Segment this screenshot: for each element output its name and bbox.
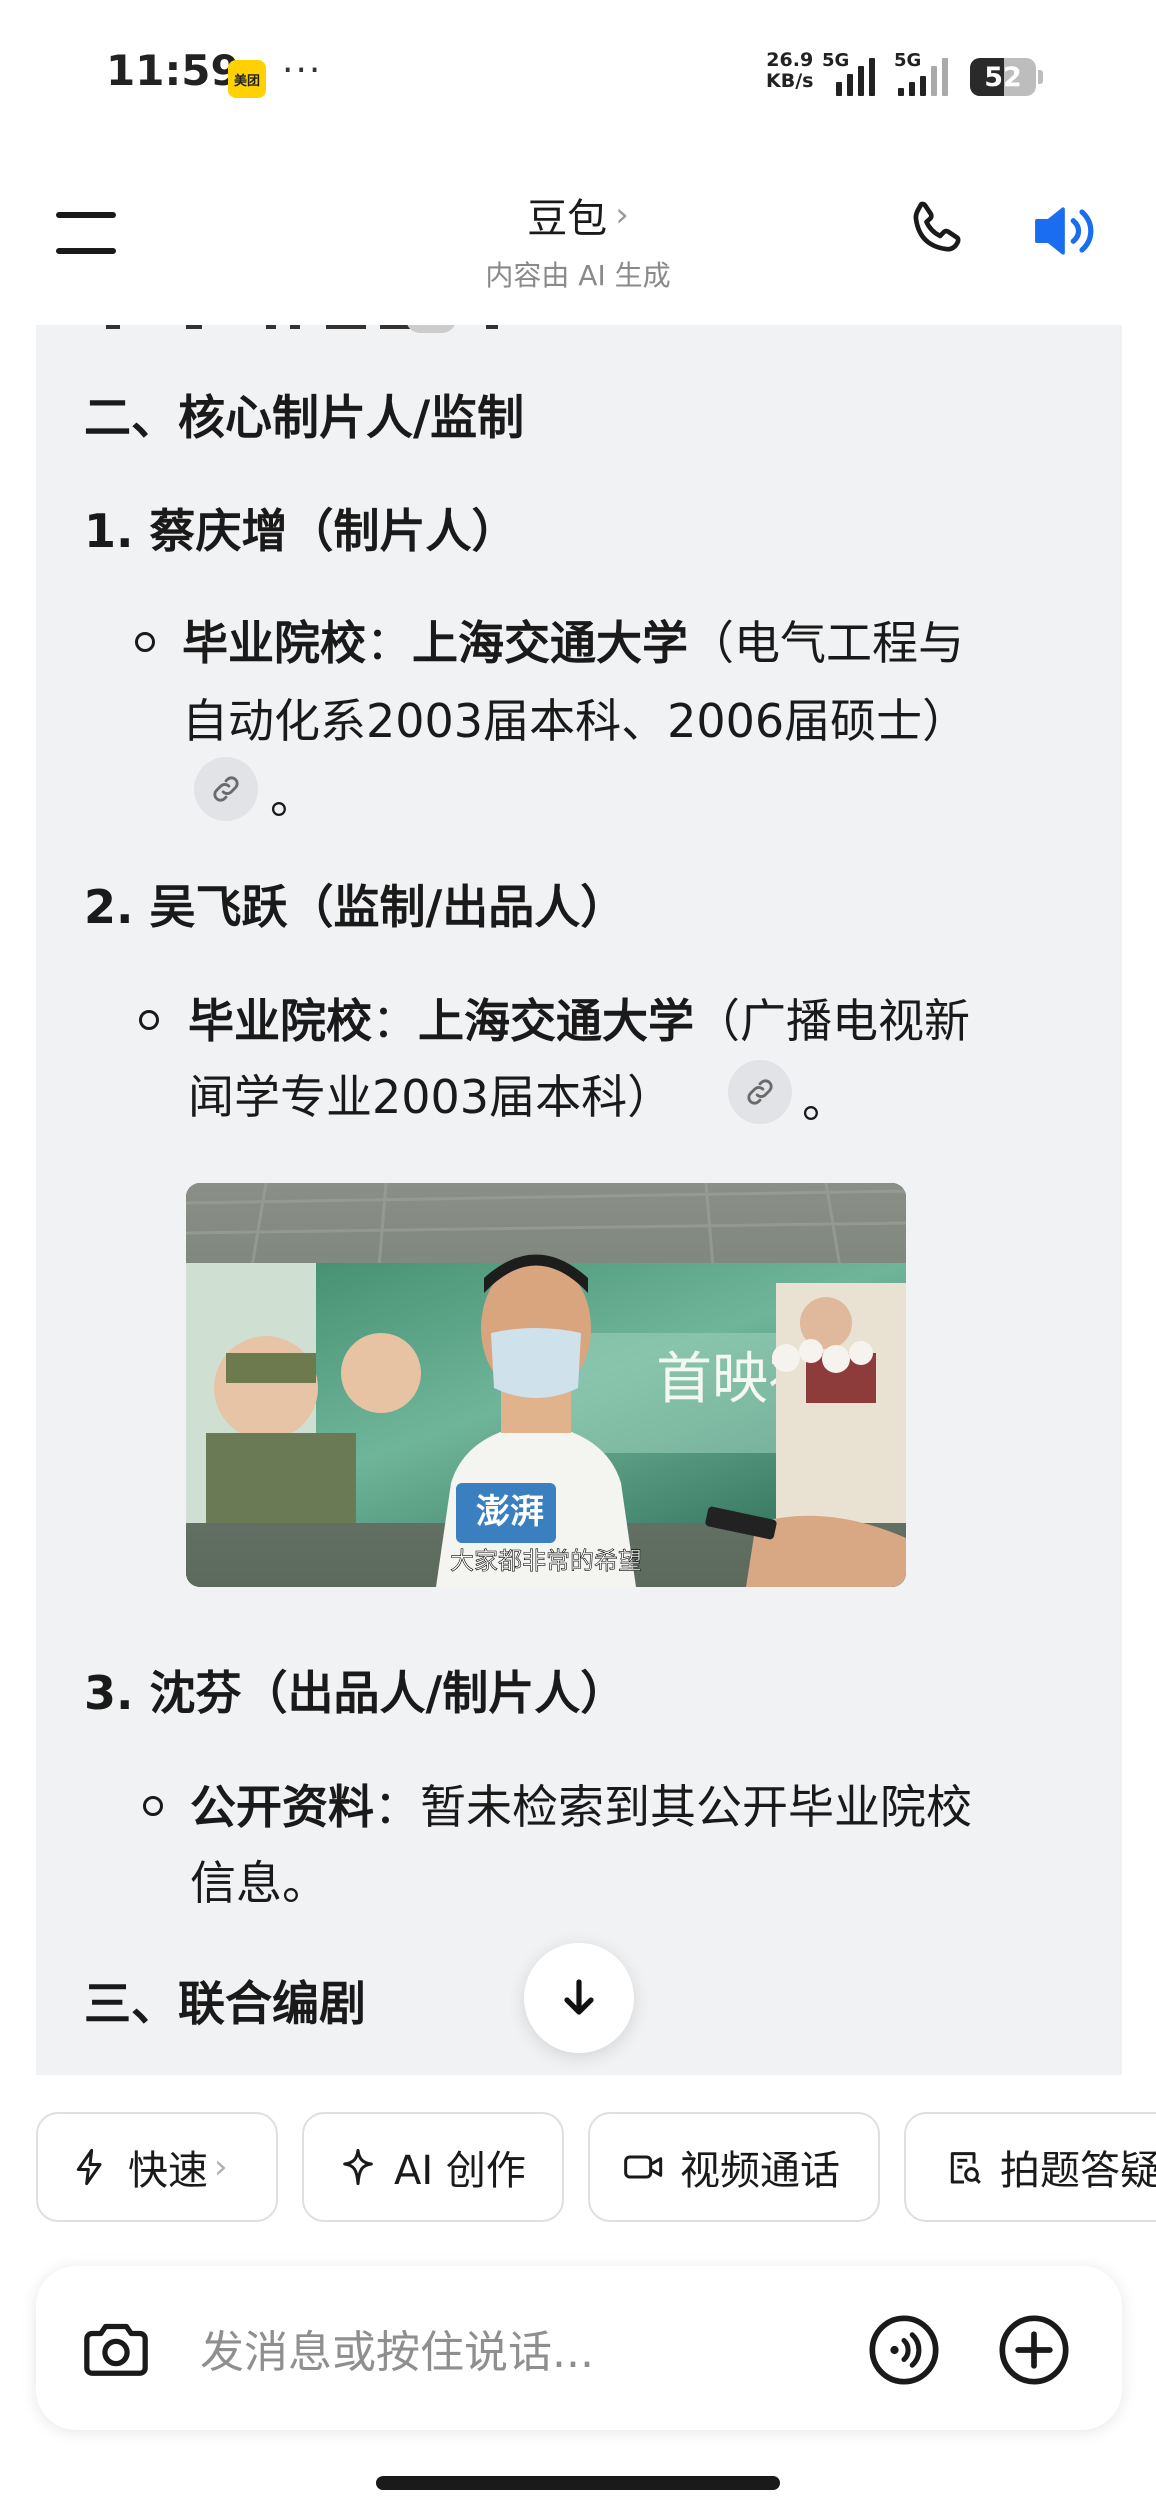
chip-label: AI 创作 xyxy=(394,2148,526,2194)
section-heading: 三、联合编剧 xyxy=(84,1977,366,2032)
colon: ： xyxy=(366,616,412,670)
school-name: 上海交通大学 xyxy=(418,994,694,1048)
home-indicator[interactable] xyxy=(376,2476,780,2490)
reference-photo[interactable]: 首映礼 澎湃 大家都非常的希望 xyxy=(186,1183,906,1587)
shortcut-chips: 快速 › AI 创作 视频通话 拍题答疑 xyxy=(0,2112,1156,2226)
plus-icon[interactable] xyxy=(996,2312,1072,2388)
colon: ： xyxy=(372,994,418,1048)
chat-message-panel[interactable]: 二、核心制片人/监制 1. 蔡庆增（制片人） 毕业院校：上海交通大学（电气工程与… xyxy=(36,325,1122,2075)
signal-label: 5G xyxy=(894,50,922,71)
item1-end: 。 xyxy=(270,770,316,824)
voice-call-icon[interactable] xyxy=(866,2312,942,2388)
photo-logo-text: 澎湃 xyxy=(476,1492,544,1532)
camera-icon[interactable] xyxy=(78,2314,154,2384)
field-label: 毕业院校 xyxy=(188,994,372,1048)
chip-ai-create[interactable]: AI 创作 xyxy=(302,2112,564,2222)
chip-video-call[interactable]: 视频通话 xyxy=(588,2112,880,2222)
network-speed: 26.9 KB/s xyxy=(766,50,813,92)
bullet-icon xyxy=(139,1010,159,1030)
chip-photo-question[interactable]: 拍题答疑 xyxy=(904,2112,1156,2222)
item3-line2: 信息。 xyxy=(190,1856,328,1910)
network-speed-unit: KB/s xyxy=(766,70,814,92)
status-time: 11:59 xyxy=(106,46,240,95)
list-item-title: 2. 吴飞跃（监制/出品人） xyxy=(84,880,627,934)
school-name: 上海交通大学 xyxy=(412,616,688,670)
video-icon xyxy=(624,2155,663,2179)
phone-icon[interactable] xyxy=(902,196,972,266)
chevron-right-icon: › xyxy=(214,2147,228,2187)
clipped-previous-line xyxy=(36,325,1122,347)
battery-tip xyxy=(1038,70,1043,84)
message-input[interactable]: 发消息或按住说话... xyxy=(200,2316,594,2380)
chip-label: 快速 xyxy=(128,2148,208,2194)
chip-label: 拍题答疑 xyxy=(1000,2148,1156,2194)
reference-link-button[interactable] xyxy=(728,1060,792,1124)
ai-disclaimer: 内容由 AI 生成 xyxy=(485,259,671,292)
chip-label: 视频通话 xyxy=(680,2148,840,2194)
item2-line1: 毕业院校：上海交通大学（广播电视新 xyxy=(188,985,970,1051)
scroll-to-bottom-button[interactable] xyxy=(524,1943,634,2053)
scan-question-icon xyxy=(950,2152,981,2184)
signal-icon-sim1: 5G xyxy=(822,50,884,96)
item1-line1: 毕业院校：上海交通大学（电气工程与 xyxy=(182,607,964,673)
chat-title-area[interactable]: 豆包 › 内容由 AI 生成 xyxy=(0,186,1156,294)
arrow-down-icon xyxy=(564,1979,594,2015)
field-label: 毕业院校 xyxy=(182,616,366,670)
more-notifications-icon: ··· xyxy=(282,50,323,91)
signal-icon-sim2: 5G xyxy=(894,50,960,96)
bullet-icon xyxy=(135,632,155,652)
chat-header: 豆包 › 内容由 AI 生成 xyxy=(0,150,1156,325)
meituan-app-icon: 美团 xyxy=(228,60,266,98)
speaker-icon[interactable] xyxy=(1028,196,1104,266)
signal-label: 5G xyxy=(822,50,850,71)
link-icon xyxy=(213,776,239,802)
item2-line2: 闻学专业2003届本科） xyxy=(188,1070,674,1124)
status-bar: 11:59 美团 ··· 26.9 KB/s 5G 5G 52 xyxy=(0,0,1156,150)
item3-detail: 暂未检索到其公开毕业院校 xyxy=(420,1780,972,1834)
battery-level: 52 xyxy=(984,61,1022,93)
chat-title[interactable]: 豆包 › xyxy=(527,186,629,244)
chevron-right-icon: › xyxy=(615,195,629,235)
item2-end: 。 xyxy=(802,1074,848,1128)
school-detail: （广播电视新 xyxy=(694,994,970,1048)
list-item-title: 1. 蔡庆增（制片人） xyxy=(84,504,518,558)
field-label: 公开资料 xyxy=(190,1780,374,1834)
colon: ： xyxy=(374,1780,420,1834)
lightning-icon xyxy=(76,2148,102,2186)
network-speed-value: 26.9 xyxy=(766,49,814,71)
bullet-icon xyxy=(143,1796,163,1816)
item3-line1: 公开资料：暂未检索到其公开毕业院校 xyxy=(190,1771,972,1837)
section-heading: 二、核心制片人/监制 xyxy=(84,391,525,446)
reference-link-button[interactable] xyxy=(194,757,258,821)
item1-line2: 自动化系2003届本科、2006届硕士） xyxy=(182,694,969,748)
link-icon xyxy=(747,1079,773,1105)
sparkle-icon xyxy=(343,2148,373,2186)
battery-icon: 52 xyxy=(970,58,1036,96)
photo-caption: 大家都非常的希望 xyxy=(450,1547,642,1575)
message-input-bar: 发消息或按住说话... xyxy=(36,2266,1122,2430)
chip-quick[interactable]: 快速 › xyxy=(36,2112,278,2222)
photo-illustration: 首映礼 澎湃 大家都非常的希望 xyxy=(186,1183,906,1587)
list-item-title: 3. 沈芬（出品人/制片人） xyxy=(84,1666,627,1720)
school-detail: （电气工程与 xyxy=(688,616,964,670)
bot-name: 豆包 xyxy=(527,196,608,242)
